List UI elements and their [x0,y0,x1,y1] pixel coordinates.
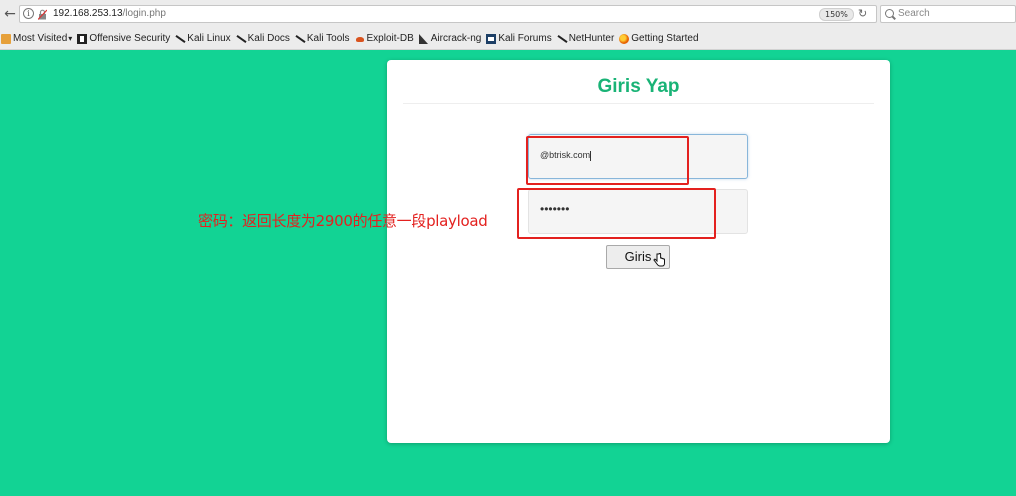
bookmark-label: Aircrack-ng [430,33,482,44]
title-divider [403,103,874,104]
hand-cursor-icon [653,253,665,267]
annotation-highlight-password [517,188,716,239]
bookmark-getting-started[interactable]: Getting Started [619,33,699,44]
bookmark-offensive-security[interactable]: Offensive Security [77,33,170,44]
bookmark-label: Getting Started [631,33,699,44]
bookmark-label: NetHunter [568,33,615,44]
bookmark-kali-forums[interactable]: Kali Forums [486,33,552,44]
url-text: 192.168.253.13/login.php [53,8,166,19]
kali-dragon-icon [175,34,185,44]
annotation-note: 密码：返回长度为2900的任意一段playload [198,212,488,230]
kali-dragon-icon [557,34,567,44]
bookmark-aircrack-ng[interactable]: Aircrack-ng [418,33,482,44]
page-title: Giris Yap [597,76,680,97]
offsec-icon [77,33,88,44]
search-placeholder: Search [898,8,930,19]
bookmark-kali-linux[interactable]: Kali Linux [175,33,230,44]
bookmark-nethunter[interactable]: NetHunter [557,33,615,44]
bookmark-label: Kali Docs [247,33,290,44]
bookmark-kali-tools[interactable]: Kali Tools [295,33,350,44]
kali-dragon-icon [236,34,246,44]
search-icon [885,9,894,18]
url-path: /login.php [122,8,166,19]
bookmark-exploit-db[interactable]: Exploit-DB [355,33,414,44]
bookmark-most-visited[interactable]: Most Visited ▾ [1,33,72,44]
zoom-level-badge[interactable]: 150% [819,8,854,21]
insecure-lock-icon[interactable] [38,9,47,20]
bookmark-label: Kali Linux [187,33,231,44]
info-icon[interactable]: i [23,8,34,19]
kali-dragon-icon [295,34,305,44]
exploit-db-icon [355,34,365,44]
bookmark-label: Most Visited [13,33,68,44]
firefox-icon [619,33,630,44]
annotation-highlight-email [526,136,689,185]
aircrack-icon [418,33,429,44]
forum-icon [486,33,497,44]
search-input[interactable]: Search [880,5,1016,23]
url-host: 192.168.253.13 [53,8,123,19]
bookmark-label: Kali Forums [498,33,552,44]
bookmark-label: Exploit-DB [366,33,414,44]
address-bar[interactable]: i 192.168.253.13/login.php 150% ↻ [19,5,877,23]
bookmarks-toolbar: Most Visited ▾ Offensive Security Kali L… [0,28,1016,50]
bookmark-kali-docs[interactable]: Kali Docs [236,33,290,44]
bookmark-label: Kali Tools [306,33,350,44]
chevron-down-icon: ▾ [68,34,73,43]
reload-icon[interactable]: ↻ [858,7,867,20]
browser-toolbar: ← i 192.168.253.13/login.php 150% ↻ Sear… [0,0,1016,28]
back-arrow-icon[interactable]: ← [1,4,19,24]
login-card: Giris Yap @btrisk.com ••••••• Giris [387,60,890,443]
bookmark-label: Offensive Security [89,33,171,44]
folder-icon [1,33,11,44]
